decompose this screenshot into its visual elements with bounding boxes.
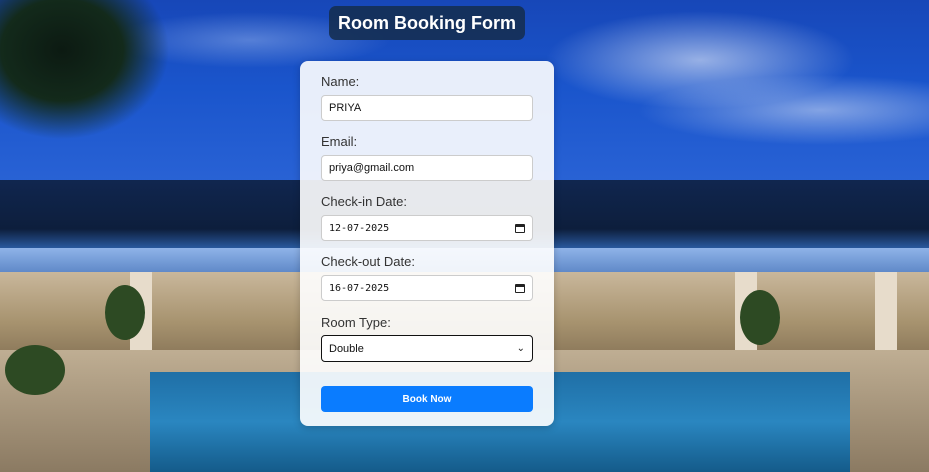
email-label: Email: [321, 134, 358, 149]
name-label: Name: [321, 74, 360, 89]
room-type-select[interactable]: Double ⌄ [321, 335, 533, 362]
checkin-label: Check-in Date: [321, 194, 407, 209]
room-type-value: Double [329, 342, 364, 355]
email-value: priya@gmail.com [329, 162, 415, 174]
page-title: Room Booking Form [329, 6, 525, 40]
checkout-label: Check-out Date: [321, 254, 415, 269]
room-type-label: Room Type: [321, 315, 391, 330]
calendar-icon[interactable] [515, 283, 525, 293]
calendar-icon[interactable] [515, 223, 525, 233]
book-now-button[interactable]: Book Now [321, 386, 533, 412]
booking-form-card: Name: PRIYA Email: priya@gmail.com Check… [300, 61, 554, 426]
checkout-date-input[interactable]: 16-07-2025 [321, 275, 533, 301]
name-value: PRIYA [329, 102, 362, 114]
checkout-value: 16-07-2025 [329, 282, 390, 294]
name-input[interactable]: PRIYA [321, 95, 533, 121]
chevron-down-icon: ⌄ [516, 343, 525, 354]
email-input[interactable]: priya@gmail.com [321, 155, 533, 181]
checkin-value: 12-07-2025 [329, 222, 390, 234]
checkin-date-input[interactable]: 12-07-2025 [321, 215, 533, 241]
